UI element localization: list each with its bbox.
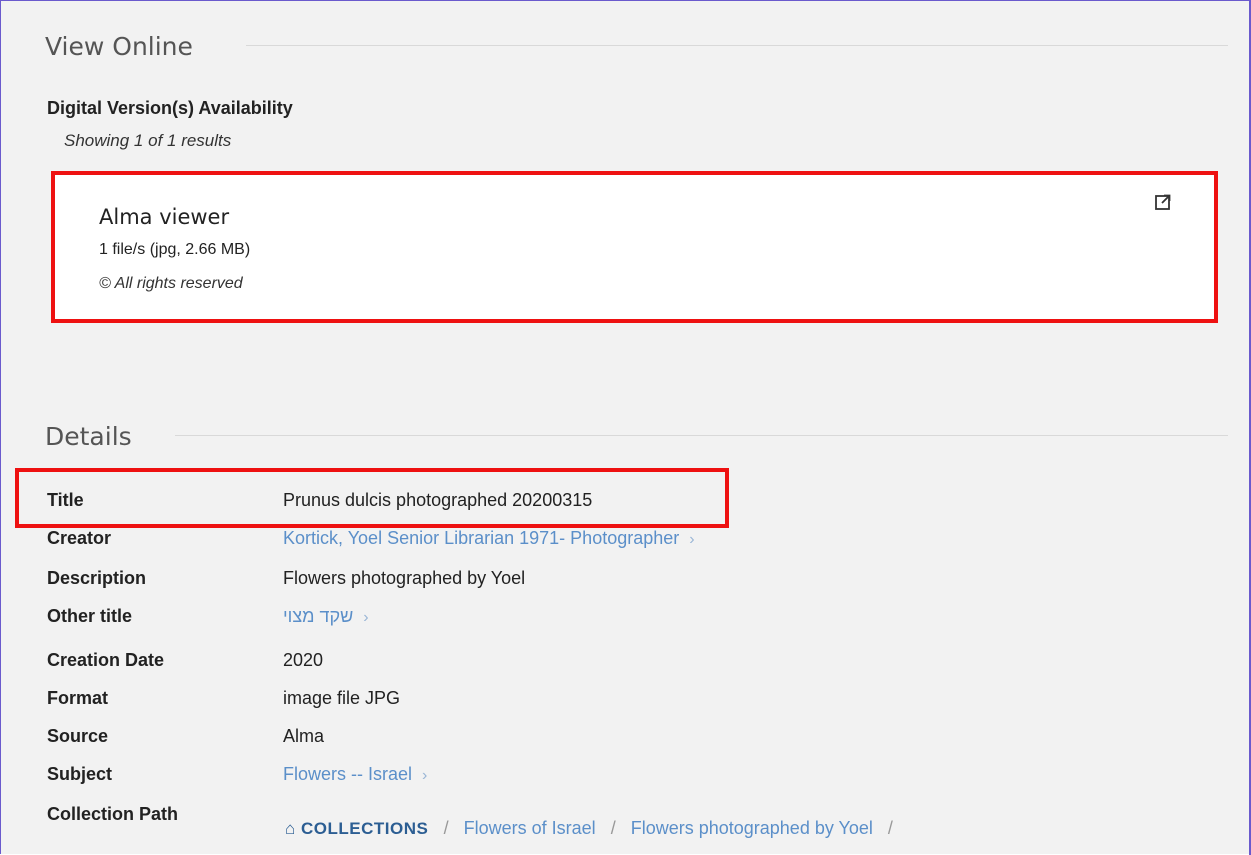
availability-label: Digital Version(s) Availability xyxy=(47,98,293,118)
creator-label: Creator xyxy=(47,528,112,548)
other-title-label: Other title xyxy=(47,606,133,626)
breadcrumb-item[interactable]: Flowers photographed by Yoel xyxy=(631,818,873,838)
collections-home-link[interactable]: ⌂ COLLECTIONS xyxy=(285,819,434,838)
creator-link[interactable]: Kortick, Yoel Senior Librarian 1971- Pho… xyxy=(283,528,679,548)
collection-breadcrumb: ⌂ COLLECTIONS / Flowers of Israel / Flow… xyxy=(285,818,903,839)
subject-link-row[interactable]: Flowers -- Israel › xyxy=(283,764,427,785)
creator-link-row[interactable]: Kortick, Yoel Senior Librarian 1971- Pho… xyxy=(283,528,695,549)
chevron-right-icon: › xyxy=(363,609,369,626)
description-value: Flowers photographed by Yoel xyxy=(283,568,526,588)
viewer-file-info: 1 file/s (jpg, 2.66 MB) xyxy=(99,241,251,258)
other-title-link-row[interactable]: שקד מצוי › xyxy=(283,606,369,627)
chevron-right-icon: › xyxy=(422,767,428,784)
other-title-link[interactable]: שקד מצוי xyxy=(283,606,353,626)
breadcrumb-separator: / xyxy=(610,818,616,838)
home-icon: ⌂ xyxy=(285,819,296,838)
chevron-right-icon: › xyxy=(689,531,695,548)
format-value: image file JPG xyxy=(283,688,401,708)
external-link-icon[interactable] xyxy=(1154,193,1172,211)
viewer-rights: © All rights reserved xyxy=(99,275,243,292)
creation-date-label: Creation Date xyxy=(47,650,165,670)
source-label: Source xyxy=(47,726,109,746)
subject-label: Subject xyxy=(47,764,113,784)
collection-path-label: Collection Path xyxy=(47,804,179,824)
subject-link[interactable]: Flowers -- Israel xyxy=(283,764,412,784)
creation-date-value: 2020 xyxy=(283,650,324,670)
viewer-name[interactable]: Alma viewer xyxy=(99,205,229,229)
title-value: Prunus dulcis photographed 20200315 xyxy=(283,490,593,510)
section-divider xyxy=(175,435,1228,436)
source-value: Alma xyxy=(283,726,325,746)
results-count: Showing 1 of 1 results xyxy=(64,131,232,150)
alma-viewer-card[interactable]: Alma viewer 1 file/s (jpg, 2.66 MB) © Al… xyxy=(51,171,1218,323)
details-heading: Details xyxy=(45,422,132,451)
breadcrumb-item[interactable]: Flowers of Israel xyxy=(464,818,596,838)
breadcrumb-separator: / xyxy=(887,818,893,838)
breadcrumb-separator: / xyxy=(443,818,449,838)
section-divider xyxy=(246,45,1228,46)
format-label: Format xyxy=(47,688,109,708)
view-online-heading: View Online xyxy=(45,32,193,61)
description-label: Description xyxy=(47,568,147,588)
record-panel xyxy=(0,0,1250,854)
title-label: Title xyxy=(47,490,84,510)
